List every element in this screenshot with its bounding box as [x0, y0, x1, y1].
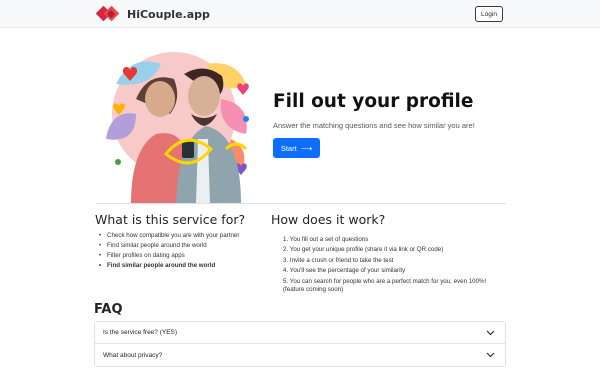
start-button[interactable]: Start ⟶	[273, 138, 320, 158]
how-step-item: 4. You'll see the percentage of your sim…	[283, 267, 406, 275]
how-steps-list: 1. You fill out a set of questions 2. Yo…	[283, 236, 498, 297]
start-button-label: Start	[280, 143, 297, 153]
how-step-item: 5. You can search for people who are a p…	[283, 277, 487, 294]
faq-item[interactable]: What about privacy?	[95, 344, 505, 366]
top-navbar: HiCouple.app Login	[0, 0, 600, 28]
hero-title: Fill out your profile	[273, 91, 474, 112]
arrow-right-icon: ⟶	[300, 143, 313, 153]
faq-item-label: Is the service free? (YES)	[103, 329, 178, 336]
login-button[interactable]: Login	[475, 6, 503, 22]
service-list-item: Filter profiles on dating apps	[98, 252, 268, 261]
how-step-item: 3. Invite a crush or friend to take the …	[283, 256, 394, 264]
hicouple-logo-icon	[96, 5, 120, 22]
service-list-item: Check how compatible you are with your p…	[98, 232, 268, 241]
faq-item-label: What about privacy?	[103, 351, 163, 359]
brand-name: HiCouple.app	[127, 7, 210, 21]
chevron-down-icon	[486, 352, 495, 358]
section-divider	[96, 203, 506, 204]
faq-item[interactable]: Is the service free? (YES)	[95, 322, 505, 344]
faq-heading: FAQ	[94, 302, 123, 317]
how-step-item: 1. You fill out a set of questions	[283, 236, 369, 243]
service-heading: What is this service for?	[95, 212, 246, 227]
service-list: Check how compatible you are with your p…	[98, 232, 268, 272]
how-heading: How does it work?	[271, 212, 386, 227]
faq-accordion: Is the service free? (YES) What about pr…	[94, 321, 506, 367]
hero-subtitle: Answer the matching questions and see ho…	[273, 121, 475, 130]
service-list-item: Find similar people around the world	[98, 262, 268, 271]
service-list-item: Find similar people around the world	[98, 242, 268, 251]
chevron-down-icon	[486, 330, 495, 335]
brand-link[interactable]: HiCouple.app	[96, 5, 210, 23]
hero-couple-illustration	[106, 52, 249, 204]
how-step-item: 2. You get your unique profile (share it…	[283, 246, 444, 254]
